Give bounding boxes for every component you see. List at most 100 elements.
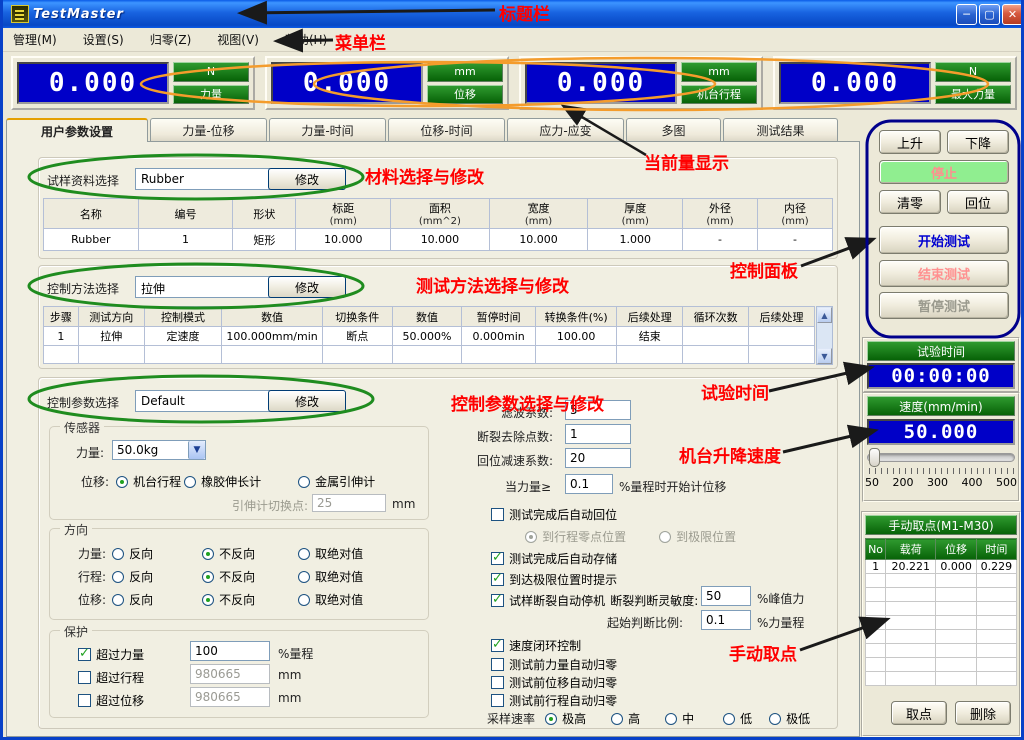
checkbox-icon[interactable]: [491, 639, 504, 652]
tab-stress-strain[interactable]: 应力-应变: [507, 118, 624, 141]
checkbox-icon[interactable]: [491, 676, 504, 689]
minimize-button-icon[interactable]: ─: [956, 4, 977, 25]
points-table-empty-row[interactable]: [866, 644, 1017, 658]
points-table-row[interactable]: 120.221 0.0000.229: [866, 560, 1017, 574]
delete-point-button[interactable]: 删除: [955, 701, 1011, 725]
radio-sampling-low[interactable]: 低: [723, 708, 752, 727]
down-button[interactable]: 下降: [947, 130, 1009, 154]
radio-disp-reverse[interactable]: 反向: [112, 589, 153, 608]
checkbox-icon[interactable]: [78, 671, 91, 684]
menu-zero[interactable]: 归零(Z): [150, 31, 192, 48]
check-zero-disp[interactable]: 测试前位移自动归零: [491, 672, 617, 691]
radio-stroke-no-reverse[interactable]: 不反向: [202, 566, 255, 585]
checkbox-icon[interactable]: [491, 552, 504, 565]
pause-test-button[interactable]: 暂停测试: [879, 292, 1009, 319]
radio-rubber-extensometer[interactable]: 橡胶伸长计: [184, 471, 261, 490]
checkbox-icon[interactable]: [491, 694, 504, 707]
checkbox-icon[interactable]: [491, 508, 504, 521]
radio-force-reverse[interactable]: 反向: [112, 543, 153, 562]
end-test-button[interactable]: 结束测试: [879, 260, 1009, 287]
ratio-input[interactable]: [701, 610, 751, 630]
tab-force-time[interactable]: 力量-时间: [269, 118, 386, 141]
sample-modify-button[interactable]: 修改: [268, 168, 346, 190]
check-zero-force[interactable]: 测试前力量自动归零: [491, 654, 617, 673]
check-limit-prompt[interactable]: 到达极限位置时提示: [491, 569, 617, 588]
method-table-row[interactable]: 1拉伸定速度 100.000mm/min断点50.000% 0.000min10…: [44, 327, 815, 346]
radio-icon[interactable]: [184, 476, 196, 488]
radio-force-absolute[interactable]: 取绝对值: [298, 543, 363, 562]
menu-manage[interactable]: 管理(M): [13, 31, 57, 48]
radio-metal-extensometer[interactable]: 金属引伸计: [298, 471, 375, 490]
checkbox-icon[interactable]: [78, 694, 91, 707]
radio-icon[interactable]: [116, 476, 128, 488]
radio-icon[interactable]: [525, 531, 537, 543]
points-table-empty-row[interactable]: [866, 588, 1017, 602]
radio-icon[interactable]: [298, 571, 310, 583]
over-disp-input[interactable]: [190, 687, 270, 707]
check-auto-save[interactable]: 测试完成后自动存储: [491, 548, 617, 567]
over-force-input[interactable]: [190, 641, 270, 661]
radio-icon[interactable]: [112, 594, 124, 606]
method-modify-button[interactable]: 修改: [268, 276, 346, 298]
stop-button[interactable]: 停止: [879, 160, 1009, 184]
radio-machine-stroke[interactable]: 机台行程: [116, 471, 181, 490]
checkbox-icon[interactable]: [491, 573, 504, 586]
radio-icon[interactable]: [202, 548, 214, 560]
force-sensor-select[interactable]: 50.0kg ▼: [112, 440, 206, 460]
scroll-down-icon[interactable]: ▼: [817, 348, 832, 364]
radio-icon[interactable]: [298, 476, 310, 488]
speed-slider-track[interactable]: [867, 453, 1015, 462]
sensitivity-input[interactable]: [701, 586, 751, 606]
sample-select[interactable]: Rubber ▼: [135, 168, 287, 190]
points-table-empty-row[interactable]: [866, 574, 1017, 588]
maximize-button-icon[interactable]: ▢: [979, 4, 1000, 25]
radio-icon[interactable]: [659, 531, 671, 543]
zero-button[interactable]: 清零: [879, 190, 941, 214]
radio-icon[interactable]: [202, 594, 214, 606]
extensometer-switch-input[interactable]: [312, 494, 386, 512]
chevron-down-icon[interactable]: ▼: [188, 441, 205, 459]
points-table-empty-row[interactable]: [866, 616, 1017, 630]
check-auto-return[interactable]: 测试完成后自动回位: [491, 504, 617, 523]
return-button[interactable]: 回位: [947, 190, 1009, 214]
tab-multi-graph[interactable]: 多图: [626, 118, 721, 141]
radio-icon[interactable]: [665, 713, 677, 725]
radio-icon[interactable]: [298, 548, 310, 560]
radio-icon[interactable]: [202, 571, 214, 583]
params-select[interactable]: Default ▼: [135, 390, 287, 412]
scroll-up-icon[interactable]: ▲: [817, 307, 832, 323]
menu-settings[interactable]: 设置(S): [83, 31, 124, 48]
check-over-force[interactable]: 超过力量: [78, 644, 144, 663]
radio-icon[interactable]: [112, 571, 124, 583]
radio-icon[interactable]: [723, 713, 735, 725]
break-remove-input[interactable]: [565, 424, 631, 444]
menu-view[interactable]: 视图(V): [217, 31, 259, 48]
checkbox-icon[interactable]: [491, 594, 504, 607]
tab-displacement-time[interactable]: 位移-时间: [388, 118, 505, 141]
speed-slider-thumb[interactable]: [869, 448, 880, 467]
over-stroke-input[interactable]: [190, 664, 270, 684]
checkbox-icon[interactable]: [78, 648, 91, 661]
radio-sampling-mid[interactable]: 中: [665, 708, 694, 727]
radio-icon[interactable]: [611, 713, 623, 725]
tab-user-params[interactable]: 用户参数设置: [6, 118, 148, 142]
radio-stroke-reverse[interactable]: 反向: [112, 566, 153, 585]
radio-disp-absolute[interactable]: 取绝对值: [298, 589, 363, 608]
start-test-button[interactable]: 开始测试: [879, 226, 1009, 254]
radio-icon[interactable]: [112, 548, 124, 560]
close-button-icon[interactable]: ✕: [1002, 4, 1023, 25]
points-table-empty-row[interactable]: [866, 630, 1017, 644]
method-table-scrollbar[interactable]: ▲ ▼: [816, 306, 833, 365]
radio-stroke-absolute[interactable]: 取绝对值: [298, 566, 363, 585]
method-table-empty-row[interactable]: [44, 346, 815, 364]
pick-point-button[interactable]: 取点: [891, 701, 947, 725]
check-over-stroke[interactable]: 超过行程: [78, 667, 144, 686]
return-decel-input[interactable]: [565, 448, 631, 468]
radio-sampling-lowest[interactable]: 极低: [769, 708, 810, 727]
points-table-empty-row[interactable]: [866, 658, 1017, 672]
check-zero-stroke[interactable]: 测试前行程自动归零: [491, 690, 617, 709]
radio-force-no-reverse[interactable]: 不反向: [202, 543, 255, 562]
checkbox-icon[interactable]: [491, 658, 504, 671]
radio-sampling-high[interactable]: 高: [611, 708, 640, 727]
radio-icon[interactable]: [769, 713, 781, 725]
